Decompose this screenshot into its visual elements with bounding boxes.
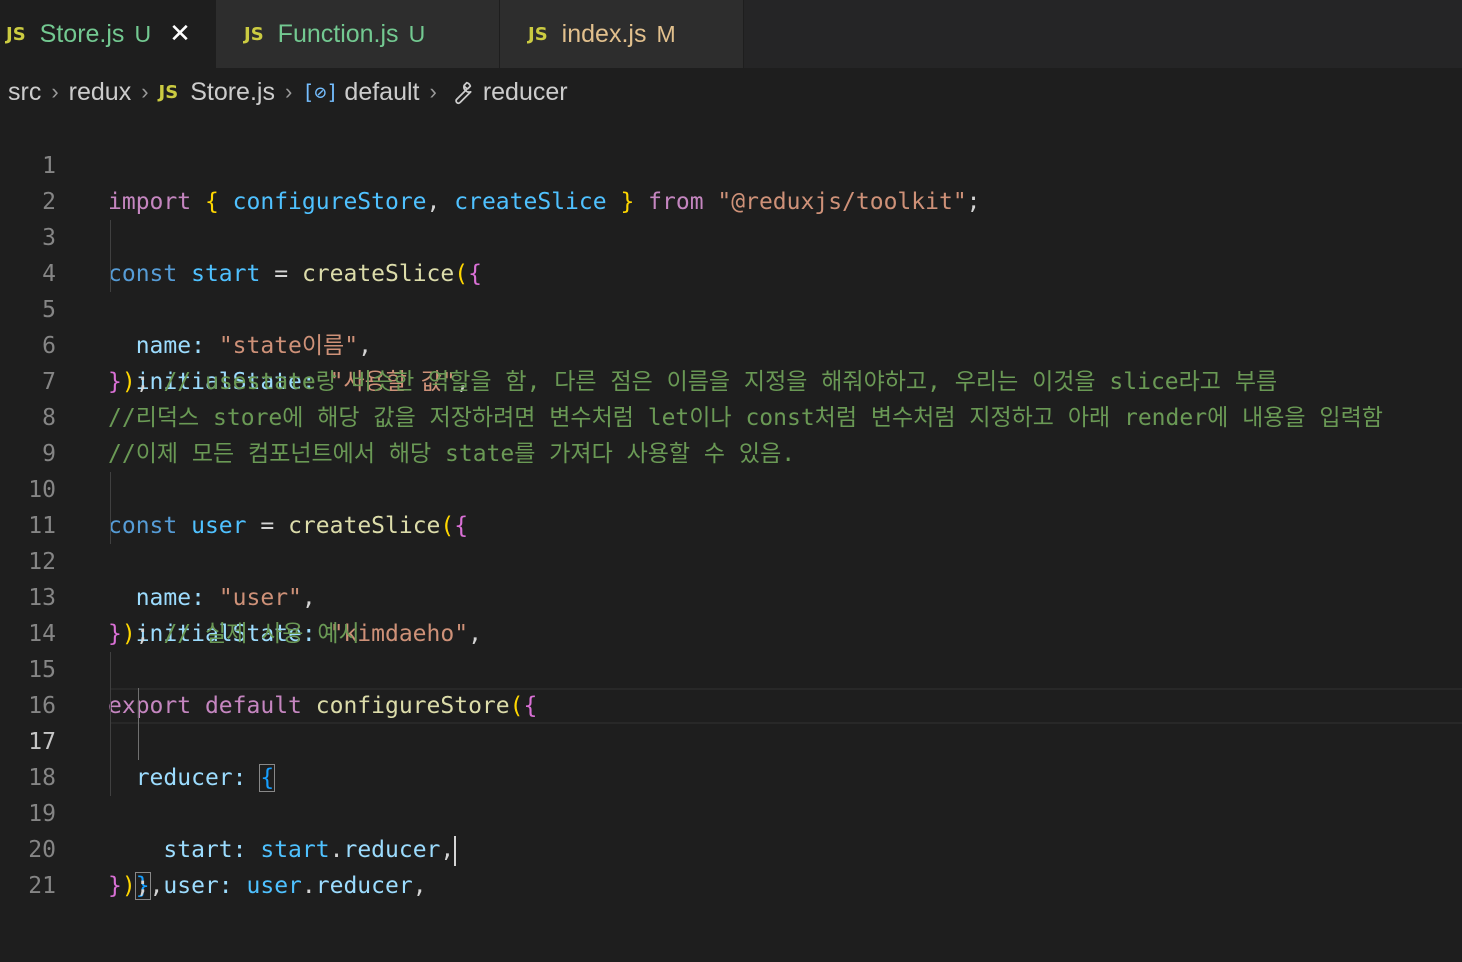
tab-index-js[interactable]: JS index.js M (500, 0, 744, 68)
code-line: 11 name: "user", (0, 472, 1462, 611)
tab-store-js[interactable]: JS Store.js U ✕ (0, 0, 216, 68)
code-line: 10 const user = createSlice({ (0, 436, 1462, 539)
indent-guide (110, 508, 111, 544)
tab-label: index.js (561, 19, 647, 48)
code-editor[interactable]: 1 import { configureStore, createSlice }… (0, 112, 1462, 900)
indent-guide (110, 760, 111, 796)
tab-status-badge: U (408, 20, 426, 47)
code-line: 19 }, (0, 760, 1462, 900)
chevron-right-icon: › (141, 79, 149, 104)
property: user (163, 873, 219, 899)
code-line: 15 export default configureStore({ (0, 616, 1462, 719)
breadcrumb-item-redux[interactable]: redux (69, 78, 132, 107)
punct: : (218, 873, 233, 899)
code-line: 9 (0, 400, 1462, 467)
code-line: 18 user: user.reducer, (0, 724, 1462, 899)
close-icon[interactable]: ✕ (169, 19, 191, 49)
code-line: 8 //이제 모든 컴포넌트에서 해당 state를 가져다 사용할 수 있음. (0, 364, 1462, 467)
code-line: 12 initialState: "kimdaeho", (0, 508, 1462, 647)
breadcrumb-item-file[interactable]: Store.js (190, 78, 275, 107)
punct: , (412, 873, 427, 899)
chevron-right-icon: › (284, 79, 293, 104)
paren: ) (121, 873, 136, 899)
identifier: user (246, 873, 302, 899)
breadcrumb-item-src[interactable]: src (8, 78, 41, 107)
indent-guide (110, 256, 111, 292)
indent-guide (110, 220, 111, 256)
breadcrumb-item-reducer[interactable]: reducer (483, 78, 568, 107)
breadcrumb-item-default[interactable]: default (344, 78, 419, 107)
punct: ; (135, 873, 150, 899)
indent-guide-active (138, 724, 139, 760)
punct: . (301, 873, 316, 899)
punct: , (149, 873, 164, 899)
indent-guide (110, 688, 111, 724)
indent-guide (110, 652, 111, 688)
wrench-icon (455, 81, 472, 105)
chevron-right-icon: › (51, 79, 59, 104)
line-number: 21 (28, 873, 56, 899)
code-line: 1 import { configureStore, createSlice }… (0, 112, 1462, 215)
code-line: 3 const start = createSlice({ (0, 184, 1462, 287)
variable-symbol-icon: [⊘] (302, 80, 339, 104)
tab-bar: JS Store.js U ✕ JS Function.js U JS inde… (0, 0, 1462, 68)
code-line: 2 (0, 148, 1462, 215)
tab-status-badge: M (656, 20, 676, 47)
code-line: 20 }); (0, 796, 1462, 899)
code-line: 7 //리덕스 store에 해당 값을 저장하려면 변수처럼 let이나 co… (0, 328, 1462, 431)
code-line: 5 initialState: "사용할 값", (0, 256, 1462, 395)
code-line: 4 name: "state이름", (0, 220, 1462, 359)
code-line: 16 reducer: { (0, 652, 1462, 792)
js-file-icon: JS (158, 81, 179, 103)
code-line: 21 (0, 832, 1462, 899)
code-line: 13 }); // 실제 사용 예시 (0, 544, 1462, 647)
code-line: 6 }); // usestate랑 비슷한 역할을 함, 다른 점은 이름을 … (0, 292, 1462, 395)
tab-function-js[interactable]: JS Function.js U (216, 0, 500, 68)
tab-label: Store.js (39, 19, 125, 48)
indent-guide-active (138, 688, 139, 724)
tab-status-badge: U (134, 20, 152, 47)
brace: } (108, 873, 122, 899)
chevron-right-icon: › (429, 79, 437, 104)
code-line: 14 (0, 580, 1462, 647)
indent-guide (110, 472, 111, 508)
js-file-icon: JS (6, 23, 26, 45)
code-line-current: 17 start: start.reducer, (0, 688, 1462, 866)
tab-label: Function.js (277, 19, 399, 48)
breadcrumb: src › redux › JS Store.js › [⊘] default … (0, 70, 1462, 114)
js-file-icon: JS (244, 23, 264, 45)
indent-guide (110, 724, 111, 760)
js-file-icon: JS (528, 23, 548, 45)
property: reducer (315, 873, 413, 899)
